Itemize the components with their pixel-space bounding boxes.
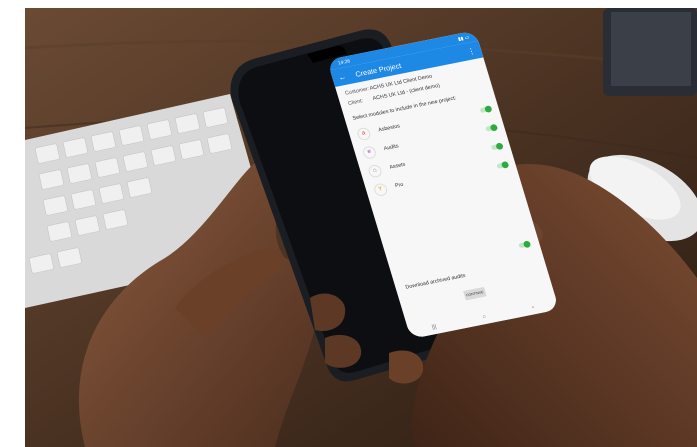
status-time: 14:26 <box>337 58 351 67</box>
overflow-menu-icon[interactable]: ⋮ <box>466 46 476 56</box>
home-icon[interactable]: ○ <box>482 314 487 320</box>
module-toggle[interactable] <box>490 143 503 150</box>
audits-icon: ≡ <box>361 144 378 160</box>
nav-back-icon[interactable]: ‹ <box>531 305 535 311</box>
client-label: Client: <box>347 98 364 107</box>
module-toggle[interactable] <box>485 124 497 132</box>
continue-label: CONTINUE <box>465 290 485 298</box>
module-toggle[interactable] <box>496 161 509 169</box>
module-toggle[interactable] <box>479 105 492 113</box>
photo-scene: 14:26 ▮▮ ▭ ← Create Project ⋮ Customer: … <box>25 8 697 447</box>
asbestos-icon: a <box>355 126 372 141</box>
archived-toggle[interactable] <box>518 241 531 249</box>
assets-icon: ⌂ <box>366 163 383 178</box>
signal-battery-icon: ▮▮ ▭ <box>457 34 471 43</box>
back-arrow-icon[interactable]: ← <box>337 72 347 82</box>
recent-apps-icon[interactable]: ||| <box>431 324 437 330</box>
customer-label: Customer: <box>344 86 371 97</box>
continue-button[interactable]: CONTINUE <box>463 286 487 301</box>
pro-icon: Y <box>372 182 389 197</box>
archived-label: Download archived audits <box>404 273 467 291</box>
